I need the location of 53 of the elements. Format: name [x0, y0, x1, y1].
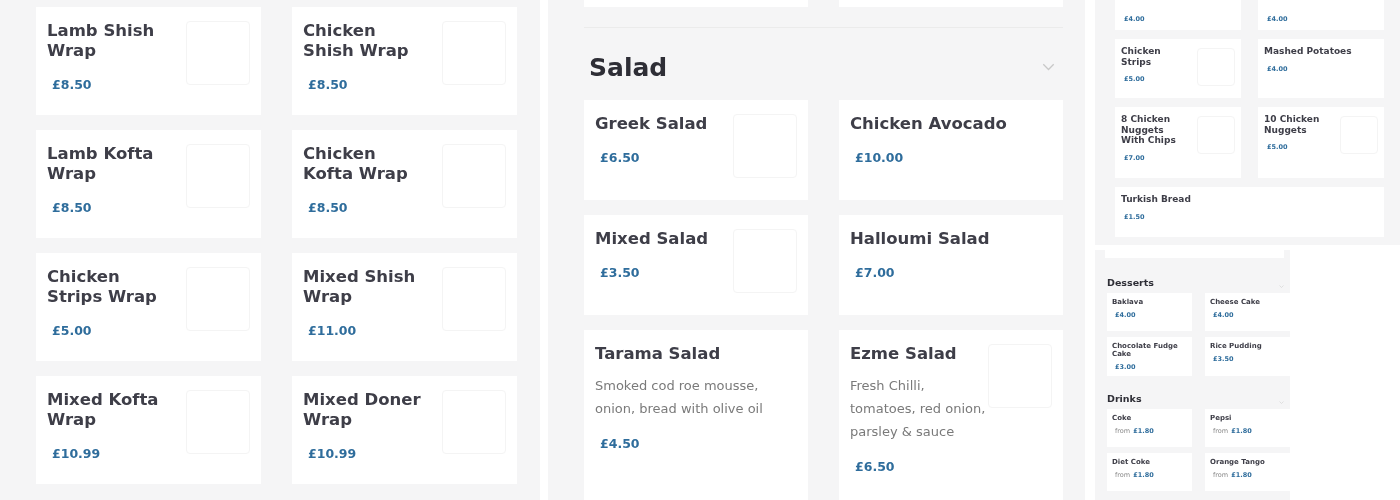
- item-name: Mixed Kofta Wrap: [47, 390, 160, 430]
- item-price: £6.50: [600, 150, 640, 165]
- item-price: £8.50: [308, 77, 348, 92]
- item-name: Chicken Shish Wrap: [303, 21, 410, 61]
- item-name: Mixed Salad: [595, 229, 709, 249]
- item-name: 10 Chicken Nuggets: [1264, 114, 1321, 135]
- item-name: Lamb Kofta Wrap: [47, 144, 155, 184]
- menu-item-card[interactable]: Chicken Kofta Wrap £8.50: [292, 130, 517, 238]
- item-name: Ezme Salad: [850, 344, 958, 364]
- menu-item-card[interactable]: Greek Salad £6.50: [584, 100, 808, 200]
- item-name: Turkish Bread: [1121, 194, 1191, 205]
- item-price: £4.50: [600, 435, 640, 451]
- item-price: £7.00: [855, 265, 895, 280]
- menu-item-card[interactable]: Lamb Kofta Wrap £8.50: [36, 130, 261, 238]
- item-name: Chicken Strips Wrap: [47, 267, 158, 307]
- item-price: £10.00: [855, 150, 904, 165]
- section-title: Drinks: [1107, 393, 1142, 404]
- item-name: Greek Salad: [595, 114, 708, 134]
- menu-item-card[interactable]: Mixed Kofta Wrap £10.99: [36, 376, 261, 484]
- section-title: Salad: [589, 52, 668, 82]
- item-price: £3.50: [600, 265, 640, 280]
- item-price: £8.50: [52, 77, 92, 92]
- item-price: £5.00: [52, 323, 92, 338]
- item-description: Fresh Chilli, tomatoes, red onion, parsley & sauce: [850, 376, 987, 441]
- item-name: Chicken Strips: [1121, 46, 1162, 67]
- item-name: Chicken Avocado: [850, 114, 1007, 134]
- item-price: £10.99: [308, 446, 357, 461]
- item-name: Tarama Salad: [595, 344, 722, 364]
- section-title: Desserts: [1107, 277, 1154, 288]
- menu-item-card[interactable]: Lamb Shish Wrap £8.50: [36, 7, 261, 115]
- item-price: £8.50: [52, 200, 92, 215]
- menu-item-card[interactable]: Halloumi Salad £7.00: [839, 215, 1063, 315]
- item-name: Chicken Kofta Wrap: [303, 144, 409, 184]
- item-price: £8.50: [308, 200, 348, 215]
- menu-item-card[interactable]: Chicken Strips Wrap £5.00: [36, 253, 261, 361]
- item-name: Lamb Shish Wrap: [47, 21, 156, 61]
- menu-item-card[interactable]: Chicken Avocado £10.00: [839, 100, 1063, 200]
- item-name: Halloumi Salad: [850, 229, 990, 249]
- item-name: Mixed Doner Wrap: [303, 390, 422, 430]
- menu-item-card[interactable]: Ezme Salad Fresh Chilli, tomatoes, red onion, parsley & sauce £6.50: [839, 330, 1063, 500]
- menu-item-card[interactable]: Mixed Salad £3.50: [584, 215, 808, 315]
- menu-item-card[interactable]: Mixed Shish Wrap £11.00: [292, 253, 517, 361]
- item-description: Smoked cod roe mousse, onion, bread with olive oil: [595, 376, 764, 418]
- item-name: 8 Chicken Nuggets With Chips: [1121, 114, 1177, 146]
- item-price: £11.00: [308, 323, 357, 338]
- item-price: £10.99: [52, 446, 101, 461]
- menu-item-card[interactable]: Mixed Doner Wrap £10.99: [292, 376, 517, 484]
- item-name: Mashed Potatoes: [1264, 46, 1352, 57]
- menu-item-card[interactable]: Chicken Shish Wrap £8.50: [292, 7, 517, 115]
- menu-item-card[interactable]: Tarama Salad Smoked cod roe mousse, onion, bread with olive oil £4.50: [584, 330, 808, 500]
- item-price: £6.50: [855, 458, 895, 474]
- item-name: Mixed Shish Wrap: [303, 267, 417, 307]
- chevron-icon[interactable]: [1042, 63, 1055, 71]
